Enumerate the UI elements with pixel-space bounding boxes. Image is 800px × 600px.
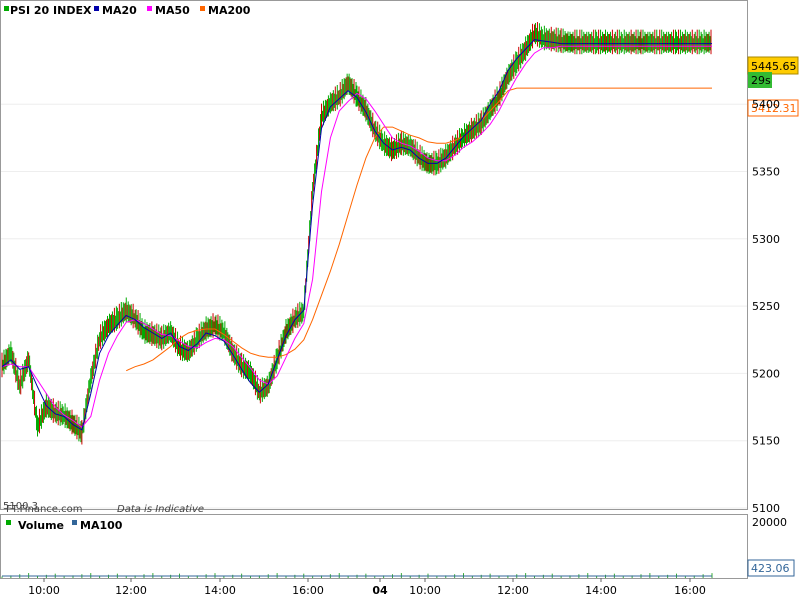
current-price-box: 5445.65 [747, 56, 799, 75]
legend: PSI 20 INDEX MA20 MA50 MA200 [4, 4, 251, 17]
chart-title: PSI 20 INDEX [10, 4, 92, 17]
chart-canvas: PSI 20 INDEX MA20 MA50 MA200 5100.3 FT.F… [0, 0, 799, 597]
svg-text:423.06: 423.06 [751, 562, 790, 575]
x-tick-label: 16:00 [674, 584, 706, 597]
svg-text:5445.65: 5445.65 [751, 60, 797, 73]
legend-ma50: MA50 [155, 4, 190, 17]
legend-ma200: MA200 [208, 4, 251, 17]
volume-ma-label: MA100 [80, 519, 123, 532]
svg-text:29s: 29s [751, 74, 771, 87]
y-tick-label: 5400 [752, 98, 780, 111]
legend-swatch-ma200 [200, 6, 205, 11]
x-tick-label: 12:00 [115, 584, 147, 597]
y-axis-ticks: 5100 5150 5200 5250 5300 5350 5400 [752, 98, 780, 515]
legend-ma20: MA20 [102, 4, 137, 17]
y-tick-label: 5350 [752, 166, 780, 179]
legend-swatch-price [4, 6, 9, 11]
volume-y-tick: 20000 [752, 516, 787, 529]
y-tick-label: 5250 [752, 300, 780, 313]
y-tick-label: 5100 [752, 502, 780, 515]
volume-title: Volume [18, 519, 64, 532]
legend-swatch-ma20 [94, 6, 99, 11]
x-axis-ticks: 10:00 12:00 14:00 16:00 04 10:00 12:00 14:00 16:… [28, 578, 706, 597]
countdown-box: 29s [748, 72, 772, 88]
x-tick-label: 16:00 [292, 584, 324, 597]
x-tick-label: 04 [372, 584, 388, 597]
legend-swatch-ma50 [147, 6, 152, 11]
source-text: FT.Finance.com [6, 504, 82, 515]
x-tick-label: 14:00 [204, 584, 236, 597]
disclaimer: Data is Indicative [117, 504, 204, 515]
x-tick-label: 10:00 [409, 584, 441, 597]
y-tick-label: 5300 [752, 233, 780, 246]
x-tick-label: 14:00 [585, 584, 617, 597]
x-tick-label: 10:00 [28, 584, 60, 597]
volume-ma-value-box: 423.06 [747, 559, 795, 577]
x-tick-label: 12:00 [497, 584, 529, 597]
y-tick-label: 5200 [752, 367, 780, 380]
price-panel-frame [0, 0, 748, 510]
y-tick-label: 5150 [752, 435, 780, 448]
